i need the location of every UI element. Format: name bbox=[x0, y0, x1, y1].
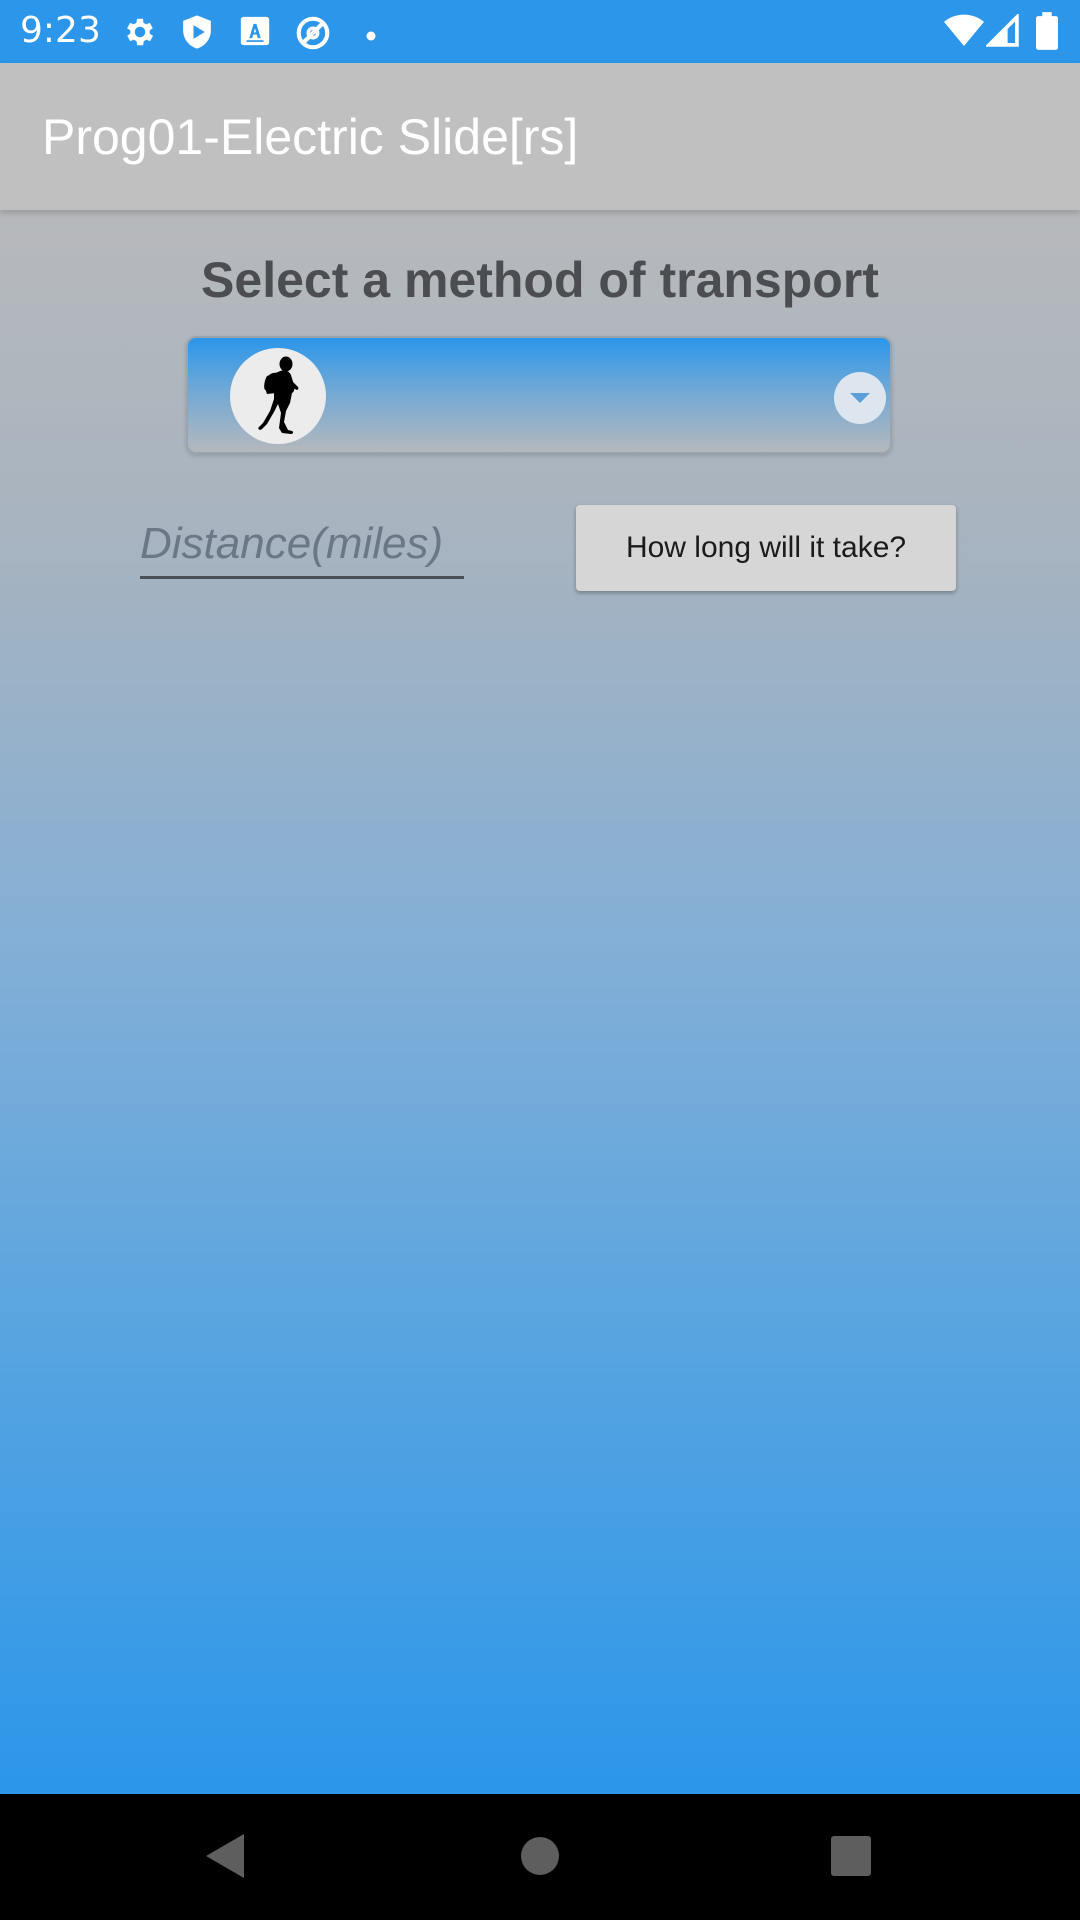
how-long-button[interactable]: How long will it take? bbox=[576, 505, 956, 591]
distance-input[interactable] bbox=[140, 512, 464, 579]
main-content: Select a method of transport How long wi… bbox=[0, 210, 1080, 1794]
transport-spinner[interactable] bbox=[186, 336, 892, 454]
status-time: 9:23 bbox=[20, 10, 101, 51]
nav-bar bbox=[0, 1794, 1080, 1920]
app-screen: 9:23 Prog01-Electric Slide[rs] Select a … bbox=[0, 0, 1080, 1920]
page-heading: Select a method of transport bbox=[201, 252, 879, 308]
home-icon[interactable] bbox=[520, 1832, 560, 1884]
text-box-icon bbox=[238, 14, 272, 52]
back-icon[interactable] bbox=[204, 1832, 246, 1884]
recents-icon[interactable] bbox=[830, 1832, 872, 1884]
signal-icon bbox=[984, 12, 1020, 52]
status-bar: 9:23 bbox=[0, 0, 1080, 63]
dot-icon bbox=[366, 26, 376, 45]
gear-icon bbox=[122, 14, 158, 54]
shield-play-icon bbox=[180, 14, 214, 54]
no-sign-icon bbox=[294, 14, 332, 56]
app-bar: Prog01-Electric Slide[rs] bbox=[0, 63, 1080, 210]
chevron-down-icon[interactable] bbox=[834, 372, 886, 424]
wifi-icon bbox=[944, 14, 984, 52]
battery-icon bbox=[1036, 12, 1058, 54]
app-title: Prog01-Electric Slide[rs] bbox=[42, 109, 579, 165]
walking-person-icon bbox=[230, 348, 326, 444]
